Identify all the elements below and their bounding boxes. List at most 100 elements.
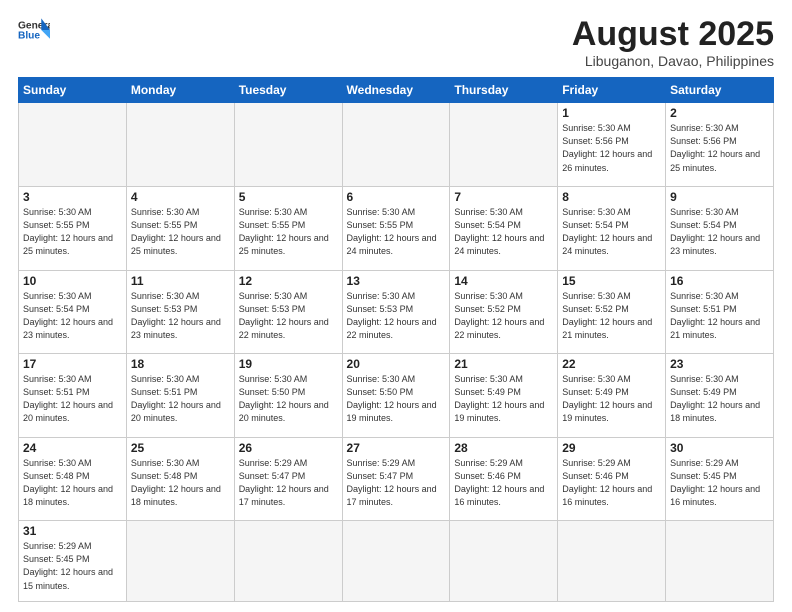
day-info: Sunrise: 5:30 AMSunset: 5:50 PMDaylight:… bbox=[347, 373, 446, 425]
day-number: 30 bbox=[670, 441, 769, 455]
day-info: Sunrise: 5:30 AMSunset: 5:54 PMDaylight:… bbox=[454, 206, 553, 258]
day-number: 27 bbox=[347, 441, 446, 455]
calendar-cell: 10 Sunrise: 5:30 AMSunset: 5:54 PMDayligh… bbox=[19, 270, 127, 354]
day-info: Sunrise: 5:30 AMSunset: 5:56 PMDaylight:… bbox=[670, 122, 769, 174]
day-info: Sunrise: 5:30 AMSunset: 5:53 PMDaylight:… bbox=[347, 290, 446, 342]
day-number: 13 bbox=[347, 274, 446, 288]
weekday-header-tuesday: Tuesday bbox=[234, 78, 342, 103]
day-info: Sunrise: 5:30 AMSunset: 5:53 PMDaylight:… bbox=[131, 290, 230, 342]
calendar-week-row: 1 Sunrise: 5:30 AMSunset: 5:56 PMDaylight… bbox=[19, 103, 774, 187]
day-info: Sunrise: 5:30 AMSunset: 5:53 PMDaylight:… bbox=[239, 290, 338, 342]
day-info: Sunrise: 5:29 AMSunset: 5:45 PMDaylight:… bbox=[670, 457, 769, 509]
calendar-cell: 17Sunrise: 5:30 AMSunset: 5:51 PMDayligh… bbox=[19, 354, 127, 438]
weekday-header-friday: Friday bbox=[558, 78, 666, 103]
day-info: Sunrise: 5:30 AMSunset: 5:54 PMDaylight:… bbox=[670, 206, 769, 258]
day-number: 1 bbox=[562, 106, 661, 120]
day-number: 14 bbox=[454, 274, 553, 288]
calendar-cell: 7Sunrise: 5:30 AMSunset: 5:54 PMDaylight… bbox=[450, 186, 558, 270]
calendar-week-row: 10 Sunrise: 5:30 AMSunset: 5:54 PMDayligh… bbox=[19, 270, 774, 354]
day-number: 17 bbox=[23, 357, 122, 371]
day-info: Sunrise: 5:29 AMSunset: 5:46 PMDaylight:… bbox=[562, 457, 661, 509]
calendar-cell: 1 Sunrise: 5:30 AMSunset: 5:56 PMDaylight… bbox=[558, 103, 666, 187]
day-number: 25 bbox=[131, 441, 230, 455]
calendar-cell: 28Sunrise: 5:29 AMSunset: 5:46 PMDayligh… bbox=[450, 437, 558, 521]
day-number: 22 bbox=[562, 357, 661, 371]
weekday-header-saturday: Saturday bbox=[666, 78, 774, 103]
day-info: Sunrise: 5:30 AMSunset: 5:56 PMDaylight:… bbox=[562, 122, 661, 174]
calendar-cell bbox=[234, 521, 342, 602]
calendar-cell: 14 Sunrise: 5:30 AMSunset: 5:52 PMDayligh… bbox=[450, 270, 558, 354]
logo: General Blue bbox=[18, 16, 50, 44]
calendar-cell bbox=[342, 521, 450, 602]
day-info: Sunrise: 5:29 AMSunset: 5:47 PMDaylight:… bbox=[239, 457, 338, 509]
calendar-cell: 24Sunrise: 5:30 AMSunset: 5:48 PMDayligh… bbox=[19, 437, 127, 521]
day-number: 20 bbox=[347, 357, 446, 371]
calendar-cell: 26 Sunrise: 5:29 AMSunset: 5:47 PMDayligh… bbox=[234, 437, 342, 521]
day-info: Sunrise: 5:30 AMSunset: 5:55 PMDaylight:… bbox=[347, 206, 446, 258]
month-title: August 2025 bbox=[572, 16, 774, 53]
day-info: Sunrise: 5:30 AMSunset: 5:54 PMDaylight:… bbox=[23, 290, 122, 342]
day-info: Sunrise: 5:30 AMSunset: 5:52 PMDaylight:… bbox=[454, 290, 553, 342]
day-info: Sunrise: 5:30 AMSunset: 5:55 PMDaylight:… bbox=[131, 206, 230, 258]
calendar-cell: 2Sunrise: 5:30 AMSunset: 5:56 PMDaylight… bbox=[666, 103, 774, 187]
calendar-cell bbox=[126, 103, 234, 187]
weekday-header-monday: Monday bbox=[126, 78, 234, 103]
calendar-cell: 19Sunrise: 5:30 AMSunset: 5:50 PMDayligh… bbox=[234, 354, 342, 438]
day-info: Sunrise: 5:29 AMSunset: 5:47 PMDaylight:… bbox=[347, 457, 446, 509]
calendar-cell: 27 Sunrise: 5:29 AMSunset: 5:47 PMDayligh… bbox=[342, 437, 450, 521]
day-number: 5 bbox=[239, 190, 338, 204]
day-info: Sunrise: 5:30 AMSunset: 5:55 PMDaylight:… bbox=[239, 206, 338, 258]
day-info: Sunrise: 5:30 AMSunset: 5:54 PMDaylight:… bbox=[562, 206, 661, 258]
calendar-cell bbox=[234, 103, 342, 187]
calendar-cell: 11 Sunrise: 5:30 AMSunset: 5:53 PMDayligh… bbox=[126, 270, 234, 354]
calendar-cell bbox=[450, 521, 558, 602]
calendar-week-row: 17 Sunrise: 5:30 AMSunset: 5:51 PMDayligh… bbox=[19, 354, 774, 438]
calendar-cell bbox=[450, 103, 558, 187]
weekday-header-row: SundayMondayTuesdayWednesdayThursdayFrid… bbox=[19, 78, 774, 103]
calendar-cell bbox=[342, 103, 450, 187]
weekday-header-wednesday: Wednesday bbox=[342, 78, 450, 103]
day-number: 11 bbox=[131, 274, 230, 288]
day-info: Sunrise: 5:29 AMSunset: 5:46 PMDaylight:… bbox=[454, 457, 553, 509]
calendar-cell: 20 Sunrise: 5:30 AMSunset: 5:50 PMDayligh… bbox=[342, 354, 450, 438]
page: General Blue August 2025 Libuganon, Dava… bbox=[0, 0, 792, 612]
calendar-cell: 9 Sunrise: 5:30 AMSunset: 5:54 PMDaylight… bbox=[666, 186, 774, 270]
calendar-cell: 21Sunrise: 5:30 AMSunset: 5:49 PMDayligh… bbox=[450, 354, 558, 438]
day-number: 3 bbox=[23, 190, 122, 204]
day-info: Sunrise: 5:30 AMSunset: 5:49 PMDaylight:… bbox=[562, 373, 661, 425]
day-number: 26 bbox=[239, 441, 338, 455]
day-number: 6 bbox=[347, 190, 446, 204]
day-info: Sunrise: 5:30 AMSunset: 5:55 PMDaylight:… bbox=[23, 206, 122, 258]
calendar-table: SundayMondayTuesdayWednesdayThursdayFrid… bbox=[18, 77, 774, 602]
svg-text:Blue: Blue bbox=[18, 31, 40, 42]
day-number: 24 bbox=[23, 441, 122, 455]
day-number: 15 bbox=[562, 274, 661, 288]
weekday-header-thursday: Thursday bbox=[450, 78, 558, 103]
calendar-cell: 5 Sunrise: 5:30 AMSunset: 5:55 PMDaylight… bbox=[234, 186, 342, 270]
header: General Blue August 2025 Libuganon, Dava… bbox=[18, 16, 774, 69]
day-number: 18 bbox=[131, 357, 230, 371]
day-number: 29 bbox=[562, 441, 661, 455]
day-number: 23 bbox=[670, 357, 769, 371]
day-info: Sunrise: 5:29 AMSunset: 5:45 PMDaylight:… bbox=[23, 540, 122, 592]
day-info: Sunrise: 5:30 AMSunset: 5:49 PMDaylight:… bbox=[454, 373, 553, 425]
calendar-cell: 8 Sunrise: 5:30 AMSunset: 5:54 PMDaylight… bbox=[558, 186, 666, 270]
calendar-cell bbox=[666, 521, 774, 602]
day-number: 4 bbox=[131, 190, 230, 204]
day-number: 10 bbox=[23, 274, 122, 288]
calendar-cell bbox=[558, 521, 666, 602]
calendar-cell: 23Sunrise: 5:30 AMSunset: 5:49 PMDayligh… bbox=[666, 354, 774, 438]
day-number: 8 bbox=[562, 190, 661, 204]
day-number: 12 bbox=[239, 274, 338, 288]
calendar-cell: 6 Sunrise: 5:30 AMSunset: 5:55 PMDaylight… bbox=[342, 186, 450, 270]
day-number: 9 bbox=[670, 190, 769, 204]
calendar-cell: 15Sunrise: 5:30 AMSunset: 5:52 PMDayligh… bbox=[558, 270, 666, 354]
day-info: Sunrise: 5:30 AMSunset: 5:50 PMDaylight:… bbox=[239, 373, 338, 425]
day-info: Sunrise: 5:30 AMSunset: 5:48 PMDaylight:… bbox=[131, 457, 230, 509]
location-subtitle: Libuganon, Davao, Philippines bbox=[572, 53, 774, 69]
calendar-cell: 29 Sunrise: 5:29 AMSunset: 5:46 PMDayligh… bbox=[558, 437, 666, 521]
day-info: Sunrise: 5:30 AMSunset: 5:51 PMDaylight:… bbox=[670, 290, 769, 342]
calendar-week-row: 31Sunrise: 5:29 AMSunset: 5:45 PMDayligh… bbox=[19, 521, 774, 602]
calendar-cell: 12 Sunrise: 5:30 AMSunset: 5:53 PMDayligh… bbox=[234, 270, 342, 354]
day-info: Sunrise: 5:30 AMSunset: 5:51 PMDaylight:… bbox=[131, 373, 230, 425]
